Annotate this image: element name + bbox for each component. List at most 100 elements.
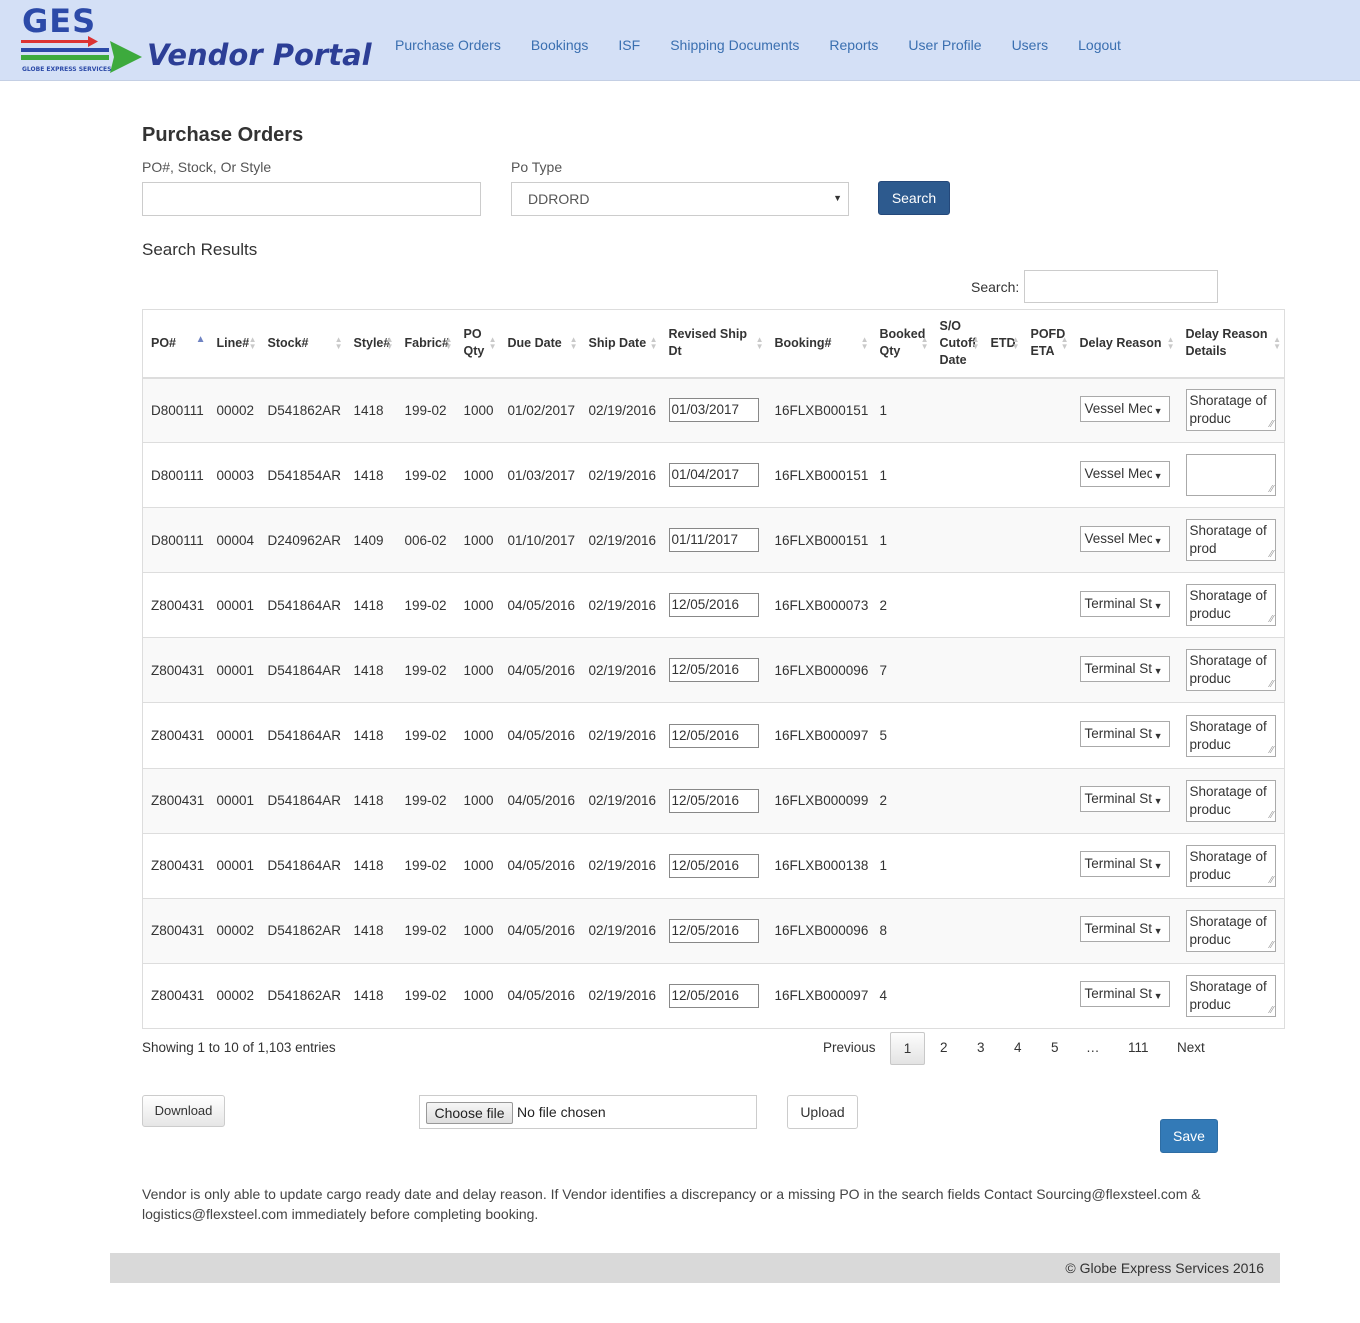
delay-reason-value: Terminal St xyxy=(1084,660,1153,676)
col-po[interactable]: PO# ▲ xyxy=(142,309,209,379)
delay-reason-select[interactable]: Terminal St ▼ xyxy=(1079,981,1170,1008)
choose-file-button[interactable]: Choose file xyxy=(426,1102,513,1124)
nav-shipping-documents[interactable]: Shipping Documents xyxy=(670,37,799,57)
nav-users[interactable]: Users xyxy=(1012,37,1049,57)
col-booking[interactable]: Booking# ▲ ▼ xyxy=(766,309,872,379)
resize-grip-icon[interactable]: ⁄⁄ xyxy=(1270,940,1273,951)
upload-button[interactable]: Upload xyxy=(787,1095,858,1129)
revised-ship-date-input[interactable]: 01/11/2017 xyxy=(668,528,759,553)
col-delay-reason[interactable]: Delay Reason ▲ ▼ xyxy=(1071,309,1178,379)
delay-reason-details-textarea[interactable]: ⁄⁄ xyxy=(1185,454,1276,497)
delay-reason-select[interactable]: Vessel Mec ▼ xyxy=(1079,525,1170,552)
po-type-select[interactable]: DDRORD ▼ xyxy=(511,182,849,216)
ges-logo[interactable]: GES GLOBE EXPRESS SERVICES xyxy=(18,2,148,78)
col-style[interactable]: Style# ▲ ▼ xyxy=(345,309,397,379)
delay-reason-details-textarea[interactable]: Shoratage of produc ⁄⁄ xyxy=(1185,649,1276,692)
resize-grip-icon[interactable]: ⁄⁄ xyxy=(1270,1005,1273,1016)
cell-etd xyxy=(982,897,1023,964)
cell-due-date: 04/05/2016 xyxy=(499,572,581,638)
resize-grip-icon[interactable]: ⁄⁄ xyxy=(1270,485,1273,495)
revised-ship-date-input[interactable]: 12/05/2016 xyxy=(668,983,759,1008)
col-etd[interactable]: ETD ▲ ▼ xyxy=(982,309,1023,379)
delay-reason-select[interactable]: Vessel Mec ▼ xyxy=(1079,395,1170,422)
cell-po-number: Z800431 xyxy=(142,832,209,899)
pagination-page-3[interactable]: 3 xyxy=(977,1040,985,1055)
cell-line-number: 00001 xyxy=(208,637,260,703)
pagination-page-5[interactable]: 5 xyxy=(1051,1040,1059,1055)
download-button[interactable]: Download xyxy=(142,1095,225,1127)
cell-delay-reason-details: Shoratage of produc ⁄⁄ xyxy=(1177,767,1285,834)
col-ship-date[interactable]: Ship Date ▲ ▼ xyxy=(580,309,661,379)
cell-etd xyxy=(982,767,1023,834)
delay-reason-select[interactable]: Terminal St ▼ xyxy=(1079,786,1170,813)
nav-logout[interactable]: Logout xyxy=(1078,37,1121,57)
delay-reason-select[interactable]: Terminal St ▼ xyxy=(1079,916,1170,943)
cell-style-number: 1418 xyxy=(345,637,397,703)
resize-grip-icon[interactable]: ⁄⁄ xyxy=(1270,745,1273,756)
col-revised-ship-dt[interactable]: Revised Ship Dt ▲ ▼ xyxy=(660,309,767,379)
col-po-qty[interactable]: PO Qty ▲ ▼ xyxy=(455,309,500,379)
col-pofd-eta[interactable]: POFD ETA ▲ ▼ xyxy=(1022,309,1072,379)
pagination-previous[interactable]: Previous xyxy=(823,1040,876,1055)
delay-reason-details-textarea[interactable]: Shoratage of produc ⁄⁄ xyxy=(1185,779,1276,822)
delay-reason-details-textarea[interactable]: Shoratage of produc ⁄⁄ xyxy=(1185,974,1276,1017)
delay-reason-details-textarea[interactable]: Shoratage of produc ⁄⁄ xyxy=(1185,584,1276,627)
revised-ship-date-input[interactable]: 12/05/2016 xyxy=(668,658,759,683)
revised-ship-date-input[interactable]: 01/04/2017 xyxy=(668,463,759,488)
revised-ship-date-input[interactable]: 12/05/2016 xyxy=(668,593,759,618)
resize-grip-icon[interactable]: ⁄⁄ xyxy=(1270,680,1273,690)
delay-reason-details-textarea[interactable]: Shoratage of prod ⁄⁄ xyxy=(1185,519,1276,562)
delay-reason-select[interactable]: Terminal St ▼ xyxy=(1079,590,1170,617)
nav-user-profile[interactable]: User Profile xyxy=(908,37,981,57)
cell-delay-reason-details: Shoratage of produc ⁄⁄ xyxy=(1177,832,1285,899)
pagination-page-current[interactable]: 1 xyxy=(890,1032,925,1065)
nav-purchase-orders[interactable]: Purchase Orders xyxy=(395,37,501,57)
revised-ship-date-input[interactable]: 12/05/2016 xyxy=(668,788,759,813)
cell-etd xyxy=(982,507,1023,573)
nav-isf[interactable]: ISF xyxy=(618,37,640,57)
po-search-input[interactable] xyxy=(142,182,481,216)
delay-reason-details-textarea[interactable]: Shoratage of produc ⁄⁄ xyxy=(1185,844,1276,887)
save-button[interactable]: Save xyxy=(1160,1119,1218,1153)
delay-reason-select[interactable]: Terminal St ▼ xyxy=(1079,851,1170,878)
col-due-date[interactable]: Due Date ▲ ▼ xyxy=(499,309,581,379)
delay-reason-select[interactable]: Terminal St ▼ xyxy=(1079,721,1170,748)
revised-ship-date-input[interactable]: 12/05/2016 xyxy=(668,853,759,878)
col-stock[interactable]: Stock# ▲ ▼ xyxy=(259,309,346,379)
col-booked-qty[interactable]: Booked Qty ▲ ▼ xyxy=(871,309,932,379)
pagination-next[interactable]: Next xyxy=(1177,1040,1205,1055)
cell-etd xyxy=(982,962,1023,1029)
pagination-page-4[interactable]: 4 xyxy=(1014,1040,1022,1055)
delay-reason-select[interactable]: Terminal St ▼ xyxy=(1079,655,1170,682)
resize-grip-icon[interactable]: ⁄⁄ xyxy=(1270,550,1273,560)
col-line[interactable]: Line# ▲ ▼ xyxy=(208,309,260,379)
col-so-cutoff-date[interactable]: S/O Cutoff Date ▲ ▼ xyxy=(931,309,983,379)
cell-line-number: 00002 xyxy=(208,376,260,443)
resize-grip-icon[interactable]: ⁄⁄ xyxy=(1270,875,1273,886)
col-fabric[interactable]: Fabric# ▲ ▼ xyxy=(396,309,456,379)
delay-reason-details-textarea[interactable]: Shoratage of produc ⁄⁄ xyxy=(1185,714,1276,757)
cell-fabric-number: 199-02 xyxy=(396,637,456,703)
cell-so-cutoff-date xyxy=(931,507,983,573)
resize-grip-icon[interactable]: ⁄⁄ xyxy=(1270,810,1273,821)
revised-ship-date-input[interactable]: 12/05/2016 xyxy=(668,723,759,748)
cell-fabric-number: 199-02 xyxy=(396,767,456,834)
col-delay-reason-details[interactable]: Delay Reason Details ▲ ▼ xyxy=(1177,309,1285,379)
delay-reason-details-textarea[interactable]: Shoratage of produc ⁄⁄ xyxy=(1185,389,1276,432)
revised-ship-date-input[interactable]: 12/05/2016 xyxy=(668,918,759,943)
revised-ship-date-input[interactable]: 01/03/2017 xyxy=(668,398,759,423)
table-search-input[interactable] xyxy=(1024,270,1218,303)
delay-reason-select[interactable]: Vessel Mec ▼ xyxy=(1079,460,1170,487)
resize-grip-icon[interactable]: ⁄⁄ xyxy=(1270,420,1273,430)
delay-reason-details-text: Shoratage of produc xyxy=(1189,848,1267,882)
table-row: D800111 00003 D541854AR 1418 199-02 1000 01/03… xyxy=(142,442,1285,508)
delay-reason-value: Terminal St xyxy=(1084,595,1153,611)
resize-grip-icon[interactable]: ⁄⁄ xyxy=(1270,615,1273,625)
delay-reason-details-textarea[interactable]: Shoratage of produc ⁄⁄ xyxy=(1185,909,1276,952)
search-button[interactable]: Search xyxy=(878,181,950,215)
pagination-page-last[interactable]: 111 xyxy=(1128,1040,1149,1055)
nav-reports[interactable]: Reports xyxy=(829,37,878,57)
nav-bookings[interactable]: Bookings xyxy=(531,37,589,57)
pagination-page-2[interactable]: 2 xyxy=(940,1040,948,1055)
chevron-down-icon: ▼ xyxy=(1151,597,1163,614)
